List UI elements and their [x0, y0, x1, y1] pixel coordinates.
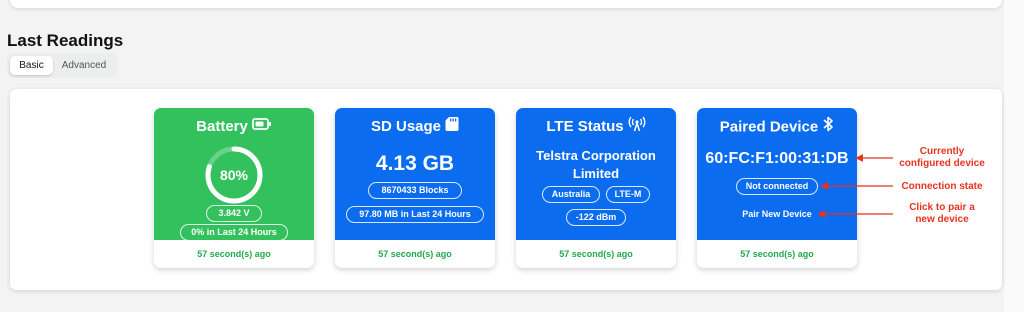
annotation-pair-device: Click to pair a new device	[890, 202, 994, 226]
page: { "section": { "title": "Last Readings" …	[0, 0, 1024, 312]
paired-title-text: Paired Device	[719, 118, 819, 136]
lte-signal-badge: -122 dBm	[566, 209, 626, 226]
paired-updated: 57 second(s) ago	[740, 249, 814, 259]
sd-blocks-badge: 8670433 Blocks	[368, 182, 462, 199]
battery-title-text: Battery	[196, 118, 248, 135]
pair-new-device-link[interactable]: Pair New Device	[697, 209, 857, 219]
battery-card: Battery 80% 3.842 V 0% in Last 24 Hours …	[154, 108, 314, 268]
section-title: Last Readings	[7, 31, 124, 50]
sd-card-header: SD Usage 4.13 GB 8670433 Blocks 97.80 MB…	[335, 108, 495, 240]
lte-status-card: LTE Status Telstra Corporation Limited A…	[516, 108, 676, 268]
antenna-signal-icon	[628, 116, 646, 136]
sd-title-text: SD Usage	[370, 118, 442, 135]
battery-card-header: Battery 80% 3.842 V 0% in Last 24 Hours	[154, 108, 314, 241]
lte-carrier-line1: Telstra Corporation	[536, 148, 656, 163]
sd-change-badge: 97.80 MB in Last 24 Hours	[346, 206, 484, 223]
annotation-configured-device: Currently configured device	[890, 146, 994, 170]
paired-card-header: Paired Device 60:FC:F1:00:31:DB Not conn…	[697, 108, 857, 240]
sd-card-title: SD Usage	[335, 116, 495, 136]
tab-advanced[interactable]: Advanced	[53, 56, 115, 75]
battery-percent: 80%	[219, 167, 249, 183]
sd-card-icon	[445, 116, 459, 136]
previous-panel	[10, 0, 1002, 8]
lte-card-header: LTE Status Telstra Corporation Limited A…	[516, 108, 676, 240]
lte-updated: 57 second(s) ago	[559, 249, 633, 259]
lte-carrier-line2: Limited	[572, 166, 620, 181]
lte-network-badge: LTE-M	[606, 186, 650, 203]
sd-updated: 57 second(s) ago	[378, 249, 452, 259]
annotation-configured-line2: configured device	[899, 158, 985, 169]
annotation-connection-state: Connection state	[901, 181, 983, 192]
lte-title-text: LTE Status	[546, 118, 624, 135]
lte-country-badge: Australia	[542, 186, 600, 203]
battery-change-badge: 0% in Last 24 Hours	[180, 224, 288, 241]
annotation-pair-line1: Click to pair a	[909, 202, 975, 213]
annotation-pair-line2: new device	[915, 214, 969, 225]
sd-usage-card: SD Usage 4.13 GB 8670433 Blocks 97.80 MB…	[335, 108, 495, 268]
paired-connection-badge: Not connected	[736, 178, 818, 195]
battery-card-title: Battery	[154, 118, 314, 135]
readings-tab-group: Basic Advanced	[7, 53, 118, 78]
lte-card-title: LTE Status	[516, 116, 676, 136]
tab-basic[interactable]: Basic	[10, 56, 53, 75]
scroll-gutter	[1004, 0, 1024, 312]
sd-size-value: 4.13 GB	[375, 152, 455, 175]
paired-mac-address: 60:FC:F1:00:31:DB	[705, 150, 849, 167]
paired-card-title: Paired Device	[697, 115, 857, 137]
battery-updated: 57 second(s) ago	[197, 249, 271, 259]
battery-icon	[251, 117, 272, 134]
paired-device-card: Paired Device 60:FC:F1:00:31:DB Not conn…	[697, 108, 857, 268]
bluetooth-icon	[822, 115, 834, 137]
battery-voltage-badge: 3.842 V	[206, 205, 262, 222]
annotation-configured-line1: Currently	[919, 146, 965, 157]
